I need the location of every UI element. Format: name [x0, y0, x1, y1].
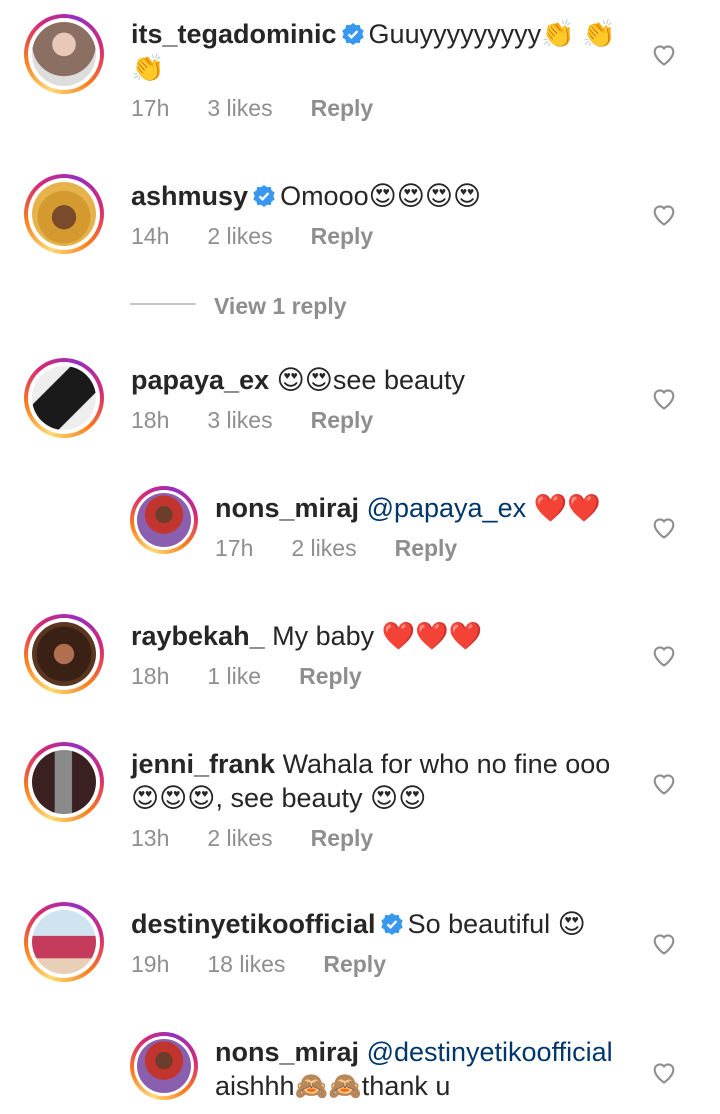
avatar[interactable]	[130, 486, 198, 554]
comment-time: 17h	[131, 95, 170, 121]
verified-badge-icon	[253, 185, 275, 207]
comment-text: 😍😍see beauty	[276, 365, 466, 395]
avatar[interactable]	[24, 14, 104, 94]
comment-username[interactable]: ashmusy	[131, 181, 248, 211]
like-heart-icon[interactable]	[650, 384, 678, 412]
comment-likes[interactable]: 3 likes	[207, 95, 272, 121]
like-heart-icon[interactable]	[650, 513, 678, 541]
reply-button[interactable]: Reply	[299, 663, 362, 689]
reply-button[interactable]: Reply	[311, 95, 374, 121]
mention-link[interactable]: @papaya_ex	[367, 493, 527, 523]
comment-username[interactable]: raybekah_	[131, 621, 265, 651]
comment-likes[interactable]: 1 like	[207, 663, 261, 689]
comment-time: 18h	[131, 407, 170, 433]
like-heart-icon[interactable]	[650, 769, 678, 797]
view-replies-button[interactable]: View 1 reply	[214, 293, 347, 320]
comment-username[interactable]: nons_miraj	[215, 1037, 359, 1067]
avatar[interactable]	[24, 358, 104, 438]
like-heart-icon[interactable]	[650, 641, 678, 669]
comment-likes[interactable]: 18 likes	[207, 951, 285, 977]
comment-likes[interactable]: 2 likes	[207, 223, 272, 249]
comment-text: Omooo😍😍😍😍	[280, 181, 482, 211]
replies-divider	[130, 303, 196, 305]
comment-time: 13h	[131, 825, 170, 851]
comment-likes[interactable]: 2 likes	[207, 825, 272, 851]
comment-text: aishhh🙈🙈thank u	[215, 1071, 451, 1101]
comment-username[interactable]: jenni_frank	[131, 749, 275, 779]
reply-button[interactable]: Reply	[323, 951, 386, 977]
reply-button[interactable]: Reply	[311, 407, 374, 433]
comment-username[interactable]: nons_miraj	[215, 493, 359, 523]
reply-button[interactable]: Reply	[311, 223, 374, 249]
comment-time: 19h	[131, 951, 170, 977]
mention-link[interactable]: @destinyetikoofficial	[367, 1037, 613, 1067]
avatar[interactable]	[24, 902, 104, 982]
reply-button[interactable]: Reply	[311, 825, 374, 851]
comment-text: ❤️❤️	[526, 493, 601, 523]
verified-badge-icon	[380, 913, 403, 935]
comment-time: 17h	[215, 535, 254, 561]
like-heart-icon[interactable]	[650, 40, 678, 68]
verified-badge-icon	[341, 23, 364, 45]
avatar[interactable]	[24, 174, 104, 254]
comment-likes[interactable]: 3 likes	[207, 407, 272, 433]
comment-text: My baby ❤️❤️❤️	[272, 621, 483, 651]
comment-username[interactable]: papaya_ex	[131, 365, 269, 395]
like-heart-icon[interactable]	[650, 929, 678, 957]
comment-time: 18h	[131, 663, 170, 689]
comment-text: So beautiful 😍	[407, 909, 586, 939]
comment-likes[interactable]: 2 likes	[291, 535, 356, 561]
like-heart-icon[interactable]	[650, 200, 678, 228]
avatar[interactable]	[24, 614, 104, 694]
comment-username[interactable]: destinyetikoofficial	[131, 909, 376, 939]
avatar[interactable]	[24, 742, 104, 822]
like-heart-icon[interactable]	[650, 1058, 678, 1086]
reply-button[interactable]: Reply	[395, 535, 458, 561]
comment-username[interactable]: its_tegadominic	[131, 19, 337, 49]
avatar[interactable]	[130, 1032, 198, 1100]
comment-time: 14h	[131, 223, 170, 249]
